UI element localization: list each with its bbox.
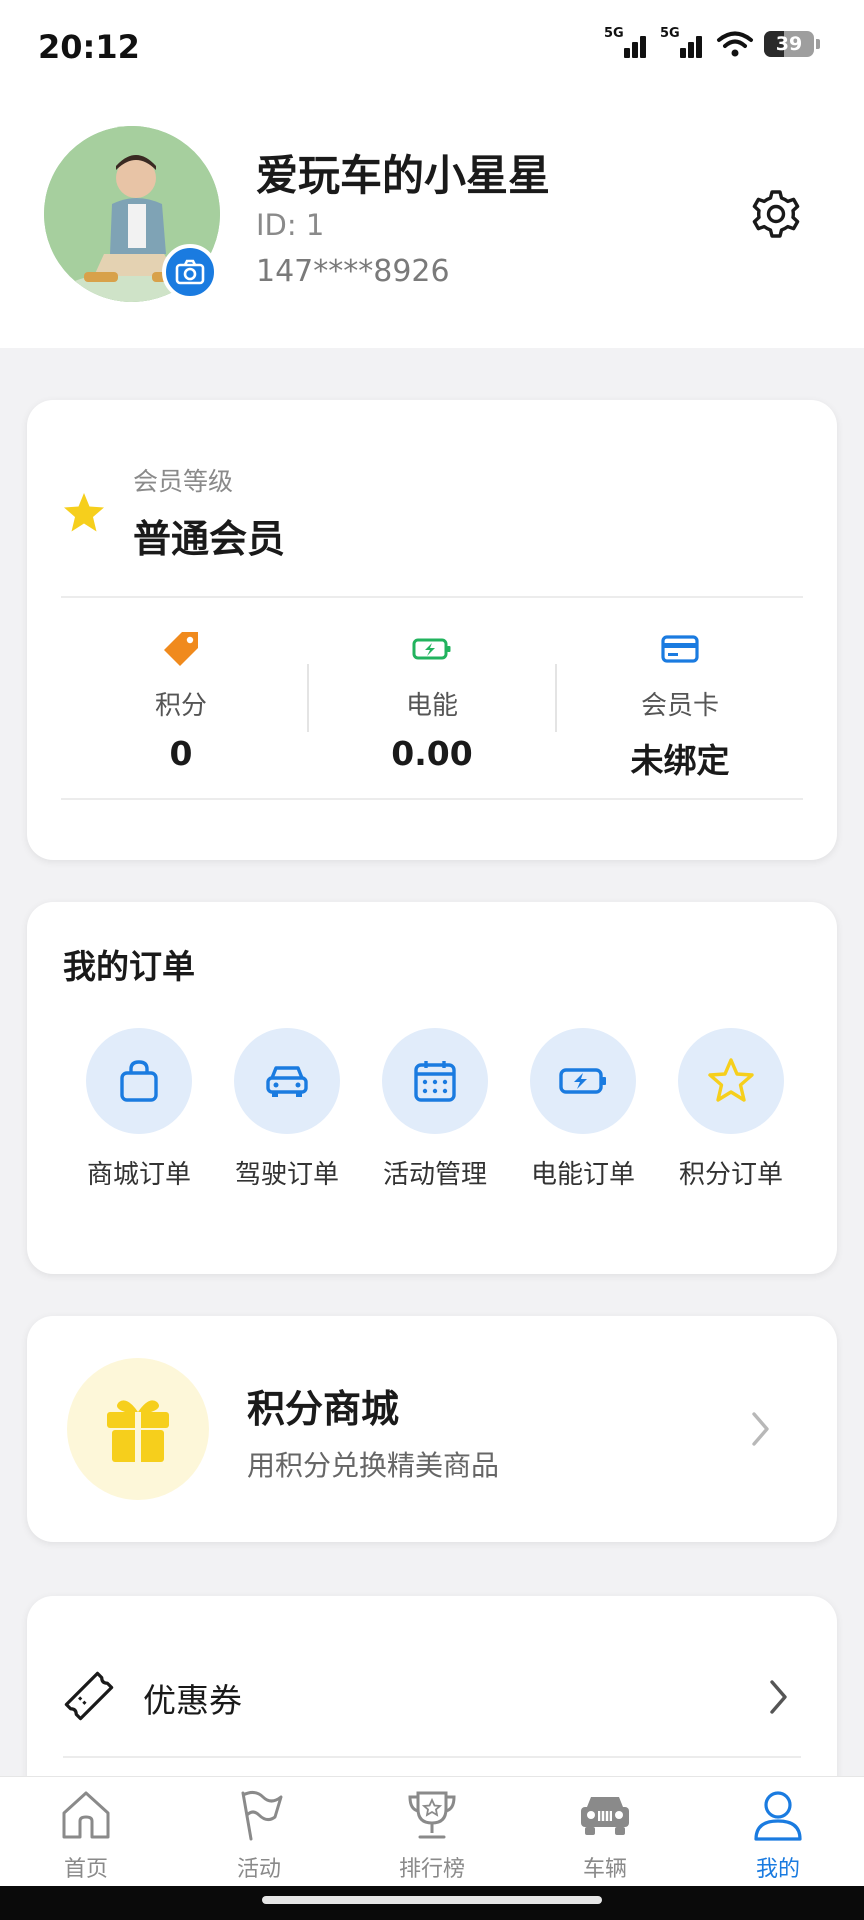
home-icon bbox=[62, 1791, 110, 1839]
orders-title: 我的订单 bbox=[63, 947, 195, 986]
tab-label: 我的 bbox=[755, 1857, 800, 1882]
gift-icon bbox=[107, 1400, 169, 1462]
stat-label: 电能 bbox=[405, 691, 458, 721]
camera-icon bbox=[175, 259, 205, 285]
user-nickname: 爱玩车的小星星 bbox=[256, 151, 551, 200]
profile-header: 爱玩车的小星星 ID: 1 147****8926 bbox=[0, 96, 864, 348]
battery-charge-icon bbox=[412, 638, 451, 660]
tab-home[interactable]: 首页 bbox=[26, 1787, 146, 1883]
signal-icon-2: 5G bbox=[660, 26, 706, 60]
wifi-icon bbox=[717, 31, 753, 57]
stat-label: 积分 bbox=[154, 691, 207, 721]
tab-mine[interactable]: 我的 bbox=[718, 1787, 838, 1883]
tab-vehicles[interactable]: 车辆 bbox=[545, 1787, 665, 1883]
trophy-icon bbox=[408, 1791, 456, 1839]
bottom-tab-bar: 首页 活动 排行榜 车辆 我的 bbox=[0, 1776, 864, 1886]
stat-value: 0 bbox=[169, 734, 193, 773]
calendar-icon bbox=[414, 1061, 456, 1102]
user-phone: 147****8926 bbox=[256, 254, 450, 289]
gear-icon[interactable] bbox=[748, 186, 804, 242]
order-item-label: 驾驶订单 bbox=[234, 1160, 339, 1190]
divider bbox=[63, 1756, 801, 1758]
member-level-label: 会员等级 bbox=[133, 467, 234, 496]
battery-charge-icon bbox=[559, 1068, 606, 1094]
tab-label: 首页 bbox=[63, 1857, 108, 1882]
chevron-right-icon bbox=[770, 1680, 787, 1714]
status-icons: 5G 5G 39 bbox=[604, 26, 820, 60]
order-item-label: 积分订单 bbox=[678, 1160, 783, 1190]
status-time: 20:12 bbox=[38, 28, 140, 66]
gift-badge bbox=[67, 1358, 209, 1500]
home-indicator-pill[interactable] bbox=[262, 1896, 602, 1904]
divider bbox=[61, 596, 803, 598]
order-item-label: 活动管理 bbox=[382, 1160, 487, 1190]
card-icon bbox=[661, 635, 699, 663]
points-mall-card[interactable]: 积分商城 用积分兑换精美商品 bbox=[27, 1316, 837, 1542]
stat-label: 会员卡 bbox=[640, 691, 719, 721]
home-indicator bbox=[0, 1886, 864, 1920]
stat-value: 未绑定 bbox=[630, 741, 730, 780]
status-bar: 20:12 5G 5G 39 bbox=[0, 0, 864, 96]
battery-icon: 39 bbox=[764, 31, 814, 57]
tab-label: 车辆 bbox=[582, 1857, 627, 1882]
battery-level: 39 bbox=[775, 33, 803, 55]
order-item-label: 商城订单 bbox=[86, 1160, 191, 1190]
signal-icon: 5G bbox=[604, 26, 650, 60]
tab-label: 活动 bbox=[236, 1857, 281, 1882]
tag-icon bbox=[164, 632, 198, 666]
user-id: ID: 1 bbox=[256, 208, 325, 242]
tab-label: 排行榜 bbox=[398, 1857, 465, 1882]
tab-leaderboard[interactable]: 排行榜 bbox=[372, 1787, 492, 1883]
car-icon bbox=[266, 1066, 308, 1097]
order-item-points[interactable]: 积分订单 bbox=[657, 1028, 805, 1191]
star-icon bbox=[64, 493, 104, 532]
order-item-label: 电能订单 bbox=[530, 1160, 635, 1190]
coupon-label: 优惠券 bbox=[143, 1681, 242, 1720]
mall-title: 积分商城 bbox=[247, 1387, 400, 1431]
network-type-2: 5G bbox=[660, 26, 680, 41]
stat-energy[interactable]: 电能 0.00 bbox=[308, 625, 556, 773]
my-orders-card: 我的订单 商城订单 驾驶订单 活动管理 电能订单 积分订单 bbox=[27, 902, 837, 1274]
shopping-bag-icon bbox=[120, 1060, 158, 1102]
ticket-icon bbox=[64, 1671, 114, 1721]
order-item-activity[interactable]: 活动管理 bbox=[361, 1028, 509, 1191]
order-item-mall[interactable]: 商城订单 bbox=[65, 1028, 213, 1191]
mall-subtitle: 用积分兑换精美商品 bbox=[247, 1449, 500, 1482]
network-type-1: 5G bbox=[604, 26, 624, 41]
stat-value: 0.00 bbox=[391, 734, 473, 773]
member-level-name: 普通会员 bbox=[133, 517, 286, 561]
divider bbox=[61, 798, 803, 800]
membership-card: 会员等级 普通会员 积分 0 电能 0.00 会员卡 未绑定 bbox=[27, 400, 837, 860]
stat-member-card[interactable]: 会员卡 未绑定 bbox=[556, 625, 804, 782]
star-icon bbox=[708, 1058, 754, 1102]
order-item-driving[interactable]: 驾驶订单 bbox=[213, 1028, 361, 1191]
camera-button[interactable] bbox=[162, 244, 218, 300]
user-icon bbox=[754, 1791, 802, 1841]
stat-points[interactable]: 积分 0 bbox=[57, 625, 305, 773]
chevron-right-icon bbox=[752, 1412, 769, 1446]
jeep-icon bbox=[581, 1797, 629, 1835]
tab-activity[interactable]: 活动 bbox=[199, 1787, 319, 1883]
flag-icon bbox=[241, 1790, 283, 1841]
order-item-energy[interactable]: 电能订单 bbox=[509, 1028, 657, 1191]
